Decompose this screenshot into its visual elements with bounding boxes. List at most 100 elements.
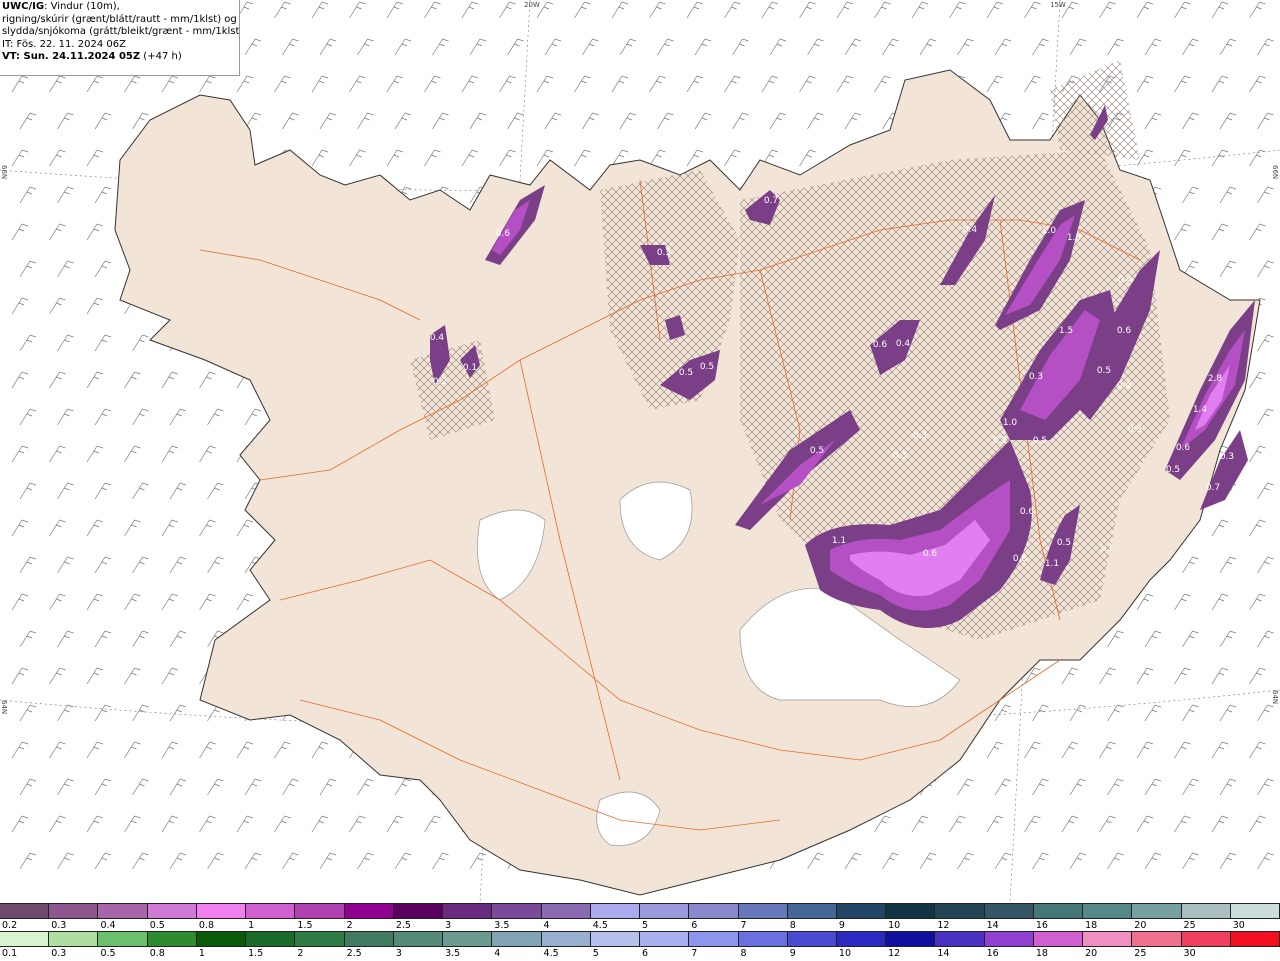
scale-label: 1 [248, 920, 255, 931]
product-info-box: UWC/IG: Vindur (10m), rigning/skúrir (gr… [0, 0, 240, 76]
snow-scale-swatches [0, 903, 1280, 919]
scale-swatch [1132, 932, 1182, 946]
snowfall-value: 0.4 [1117, 381, 1132, 391]
snowfall-value: 1.1 [1099, 544, 1113, 554]
snowfall-value: 1.0 [1067, 233, 1082, 243]
scale-label: 0.8 [198, 920, 215, 931]
scale-swatch [98, 904, 148, 918]
scale-label: 8 [740, 948, 747, 959]
snowfall-value: 0.3 [1029, 372, 1043, 382]
scale-label: 4 [543, 920, 550, 931]
scale-swatch [886, 932, 936, 946]
scale-label: 20 [1134, 920, 1147, 931]
snowfall-value: 0.5 [810, 446, 824, 456]
scale-swatch [98, 932, 148, 946]
scale-swatch [295, 904, 345, 918]
scale-label: 0.4 [100, 920, 116, 931]
snowfall-value: 0.4 [896, 339, 911, 349]
scale-swatch [1033, 904, 1084, 918]
snowfall-value: 0.6 [1117, 326, 1132, 336]
snowfall-value: 0.5 [1057, 538, 1071, 548]
scale-swatch [492, 904, 542, 918]
product-code: UWC/IG [2, 1, 45, 12]
scale-label: 0.3 [51, 920, 67, 931]
snowfall-value: 2.8 [1208, 374, 1223, 384]
iceland-map: 0.6 0.4 0.2 0.1 0.7 0.3 0.4 1.0 0.4 1.0 1.5 0.6 0.4 0… [0, 0, 1280, 903]
scale-label: 6 [642, 948, 649, 959]
scale-label: 2 [346, 920, 353, 931]
snowfall-value: 0.6 [1013, 554, 1028, 564]
scale-swatch [640, 932, 690, 946]
scale-label: 1.5 [248, 948, 264, 959]
snowfall-value: 0.5 [1033, 436, 1047, 446]
scale-label: 0.2 [2, 920, 18, 931]
scale-label: 8 [789, 920, 796, 931]
scale-label: 1 [198, 948, 205, 959]
scale-label: 25 [1134, 948, 1147, 959]
scale-swatch [590, 932, 641, 946]
snowfall-value: 0.3 [893, 451, 907, 461]
scale-swatch [295, 932, 345, 946]
coord-left-66n: 66N [0, 165, 8, 180]
scale-swatch [196, 904, 247, 918]
scale-swatch [590, 904, 641, 918]
scale-label: 2.5 [395, 920, 411, 931]
scale-swatch [1132, 904, 1182, 918]
snowfall-value: 0.3 [657, 248, 671, 258]
scale-swatch [344, 932, 394, 946]
snowfall-value: 0.4 [1118, 275, 1133, 285]
snowfall-value: 0.6 [873, 340, 888, 350]
snowfall-value: 0.3 [913, 431, 927, 441]
scale-swatch [984, 932, 1034, 946]
scale-label: 18 [1035, 948, 1048, 959]
scale-label: 3 [445, 920, 452, 931]
scale-swatch [689, 932, 739, 946]
scale-swatch [1230, 932, 1280, 946]
scale-label: 30 [1232, 920, 1245, 931]
scale-label: 1.5 [297, 920, 313, 931]
scale-label: 3 [395, 948, 402, 959]
scale-label: 7 [740, 920, 747, 931]
scale-label: 0.1 [2, 948, 18, 959]
scale-swatch [1181, 932, 1231, 946]
rain-description: rigning/skúrir (grænt/blátt/rautt - mm/1… [2, 13, 237, 25]
scale-label: 3.5 [445, 948, 461, 959]
scale-swatch [541, 932, 591, 946]
scale-swatch [787, 904, 837, 918]
scale-swatch [935, 904, 985, 918]
valid-time: VT: Sun. 24.11.2024 05Z [2, 51, 141, 62]
snowfall-value: 1.0 [1042, 226, 1057, 236]
lead-time: (+47 h) [140, 51, 182, 62]
coord-right-64n: 64N [1271, 690, 1279, 705]
rain-color-scale: 0.1 0.3 0.5 0.8 1 1.5 2 2.5 3 3.5 4 4.5 5 6 7 8 9 10 12 14 1… [0, 931, 1280, 959]
scale-swatch [689, 904, 739, 918]
scale-swatch [886, 904, 936, 918]
scale-label: 14 [937, 948, 950, 959]
scale-label: 10 [888, 920, 901, 931]
snowfall-value: 0.7 [764, 196, 778, 206]
snowfall-value: 0.6 [1020, 507, 1035, 517]
snowfall-value: 0.4 [430, 333, 445, 343]
scale-swatch [0, 932, 50, 946]
scale-label: 0.5 [100, 948, 116, 959]
scale-swatch [1033, 932, 1084, 946]
snowfall-value: 0.2 [433, 377, 447, 387]
scale-label: 5 [642, 920, 649, 931]
scale-label: 30 [1183, 948, 1196, 959]
scale-label: 9 [838, 920, 845, 931]
scale-label: 18 [1085, 920, 1098, 931]
scale-label: 5 [592, 948, 599, 959]
scale-swatch [984, 904, 1034, 918]
snow-color-scale: 0.2 0.3 0.4 0.5 0.8 1 1.5 2 2.5 3 3.5 4 4.5 5 6 7 8 9 10 12… [0, 903, 1280, 931]
snowfall-value: 1.1 [1045, 559, 1059, 569]
scale-swatch [541, 904, 591, 918]
scale-label: 14 [986, 920, 999, 931]
scale-swatch [196, 932, 247, 946]
snowfall-value: 0.5 [1128, 425, 1142, 435]
scale-label: 20 [1085, 948, 1098, 959]
snowfall-value: 0.5 [1166, 465, 1180, 475]
rain-scale-labels: 0.1 0.3 0.5 0.8 1 1.5 2 2.5 3 3.5 4 4.5 5 6 7 8 9 10 12 14 1… [0, 947, 1280, 961]
scale-swatch [344, 904, 394, 918]
snowfall-value: 0.1 [463, 363, 477, 373]
scale-label: 6 [691, 920, 698, 931]
